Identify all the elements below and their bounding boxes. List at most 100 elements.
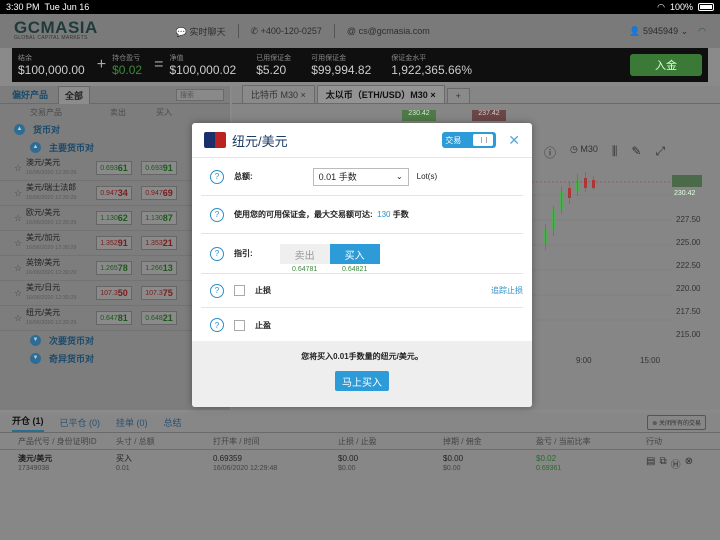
- instrument-name: 英镑/美元 16/06/2020 12:30:29: [26, 258, 96, 278]
- tab-chart-eth[interactable]: 太以币（ETH/USD）M30 ×: [316, 85, 445, 103]
- deposit-button[interactable]: 入金: [630, 54, 702, 76]
- buy-price-button[interactable]: 0.648 21: [141, 311, 177, 325]
- close-all-button[interactable]: ⊗ 关闭所有的交易: [647, 415, 706, 430]
- position-product: 澳元/美元: [18, 453, 53, 463]
- sell-button[interactable]: 卖出: [279, 244, 330, 264]
- buy-button[interactable]: 买入: [329, 244, 380, 264]
- clock-icon[interactable]: ◷ M30: [570, 144, 598, 161]
- buy-price-button[interactable]: 1.353 21: [141, 236, 177, 250]
- buy-price-button[interactable]: 0.947 69: [141, 186, 177, 200]
- star-icon[interactable]: ☆: [14, 288, 26, 299]
- submit-buy-button[interactable]: 马上买入: [335, 371, 389, 391]
- equity-label: 净值: [169, 55, 184, 62]
- margin-level-label: 保证金水平: [391, 55, 427, 62]
- chat-icon: 💬: [175, 26, 187, 37]
- take-profit-checkbox[interactable]: [234, 319, 245, 331]
- tab-chart-btc[interactable]: 比特币 M30 ×: [242, 85, 315, 103]
- star-icon[interactable]: ☆: [14, 313, 26, 324]
- copy-icon[interactable]: ⧉: [659, 456, 666, 471]
- fullscreen-icon[interactable]: ⤢: [655, 144, 665, 161]
- group-major-label: 主要货币对: [49, 142, 95, 153]
- search-input[interactable]: 搜索: [176, 88, 224, 101]
- close-icon[interactable]: ×: [430, 90, 435, 100]
- sell-price-button[interactable]: 107.3 50: [96, 286, 132, 300]
- price-main: 0.693: [100, 164, 118, 172]
- star-icon[interactable]: ☆: [14, 213, 26, 224]
- sell-price-button[interactable]: 0.693 61: [96, 161, 132, 175]
- indicator-icon[interactable]: ⓘ: [544, 144, 556, 161]
- x-tick: 9:00: [576, 356, 592, 365]
- col-product: 交易产品: [30, 107, 62, 117]
- used-margin-label: 已用保证金: [256, 55, 292, 62]
- bid-price[interactable]: 230.42: [402, 110, 436, 121]
- help-icon[interactable]: ?: [210, 246, 224, 261]
- close-icon[interactable]: ✕: [508, 132, 520, 149]
- toggle-knob: [473, 134, 494, 146]
- group-fx-label: 货币对: [33, 124, 61, 135]
- position-rate: 0.69361: [536, 464, 562, 472]
- star-icon[interactable]: ☆: [14, 263, 26, 274]
- draw-icon[interactable]: ✎: [631, 144, 641, 161]
- hedge-icon[interactable]: Ⓗ: [671, 456, 681, 471]
- email-link[interactable]: @ cs@gcmasia.com: [347, 26, 430, 36]
- account-menu[interactable]: 👤 5945949 ⌄: [629, 26, 688, 37]
- equals-icon: =: [154, 56, 164, 73]
- help-icon[interactable]: ?: [210, 318, 224, 332]
- position-tp: $0.00: [338, 464, 356, 472]
- logo: GCMASIA GLOBAL CAPITAL MARKETS: [14, 19, 98, 41]
- close-icon[interactable]: ×: [301, 90, 306, 100]
- edit-icon[interactable]: ▤: [646, 456, 655, 471]
- free-margin-value: $99,994.82: [311, 63, 372, 77]
- price-main: 0.648: [145, 314, 163, 322]
- position-amount: 0.01: [116, 464, 130, 472]
- trailing-stop-link[interactable]: 追踪止损: [491, 285, 523, 296]
- last-price-marker: [672, 175, 702, 187]
- y-tick: 215.00: [676, 330, 701, 339]
- tab-favorites[interactable]: 偏好产品: [6, 86, 54, 103]
- buy-price-button[interactable]: 0.693 91: [141, 161, 177, 175]
- tab-open-positions[interactable]: 开仓 (1): [12, 414, 44, 432]
- table-row[interactable]: 澳元/美元 17349038 买入 0.01 0.69359 16/06/2020 1…: [0, 449, 720, 477]
- star-icon[interactable]: ☆: [14, 188, 26, 199]
- candles-icon[interactable]: ⫼: [612, 144, 618, 161]
- help-icon[interactable]: ?: [210, 283, 224, 298]
- stop-loss-checkbox[interactable]: [234, 285, 245, 296]
- sell-price-button[interactable]: 1.130 62: [96, 211, 132, 225]
- sell-price-button[interactable]: 1.352 91: [96, 236, 132, 250]
- star-icon[interactable]: ☆: [14, 238, 26, 249]
- tab-closed-positions[interactable]: 已平仓 (0): [60, 416, 101, 429]
- buy-price-button[interactable]: 1.266 13: [141, 261, 177, 275]
- buy-price-button[interactable]: 107.3 75: [141, 286, 177, 300]
- star-icon[interactable]: ☆: [14, 163, 26, 174]
- price-main: 1.353: [145, 239, 163, 247]
- y-axis: 227.50 225.00 222.50 220.00 217.50 215.0…: [676, 215, 700, 339]
- col-sltp: 止损 / 止盈: [338, 436, 377, 446]
- ask-price[interactable]: 237.42: [472, 110, 506, 121]
- help-icon[interactable]: ?: [210, 207, 224, 222]
- amount-row: ? 总额: 0.01 手数 ⌄ Lot(s): [201, 158, 523, 196]
- tab-all[interactable]: 全部: [58, 85, 91, 104]
- used-margin-value: $5.20: [256, 63, 287, 77]
- instrument-time: 16/06/2020 12:30:29: [26, 170, 77, 176]
- status-bar: 3:30 PM Tue Jun 16 ◠ 100%: [0, 0, 720, 14]
- tab-summary[interactable]: 总结: [164, 416, 182, 429]
- tab-pending-orders[interactable]: 挂单 (0): [116, 416, 148, 429]
- sell-price-button[interactable]: 0.947 34: [96, 186, 132, 200]
- amount-label: 总额:: [234, 172, 253, 181]
- sell-price-button[interactable]: 1.265 78: [96, 261, 132, 275]
- add-tab-button[interactable]: +: [446, 88, 470, 103]
- live-chat-link[interactable]: 💬 实时聊天: [176, 25, 226, 38]
- close-position-icon[interactable]: ⊗: [685, 456, 693, 471]
- help-icon[interactable]: ?: [210, 169, 224, 184]
- trade-toggle[interactable]: 交易: [442, 132, 497, 148]
- instrument-time: 16/06/2020 12:30:29: [26, 320, 77, 326]
- divider: [237, 24, 239, 38]
- max-lots: 130: [377, 210, 391, 219]
- phone-number: +400-120-0257: [260, 25, 322, 36]
- buy-price-button[interactable]: 1.130 87: [141, 211, 177, 225]
- col-action: 行动: [646, 436, 662, 446]
- sell-price-button[interactable]: 0.647 81: [96, 311, 132, 325]
- phone-link[interactable]: ✆ +400-120-0257: [251, 26, 322, 37]
- pnl-label: 持仓盈亏: [112, 55, 141, 62]
- amount-select[interactable]: 0.01 手数 ⌄: [312, 167, 409, 186]
